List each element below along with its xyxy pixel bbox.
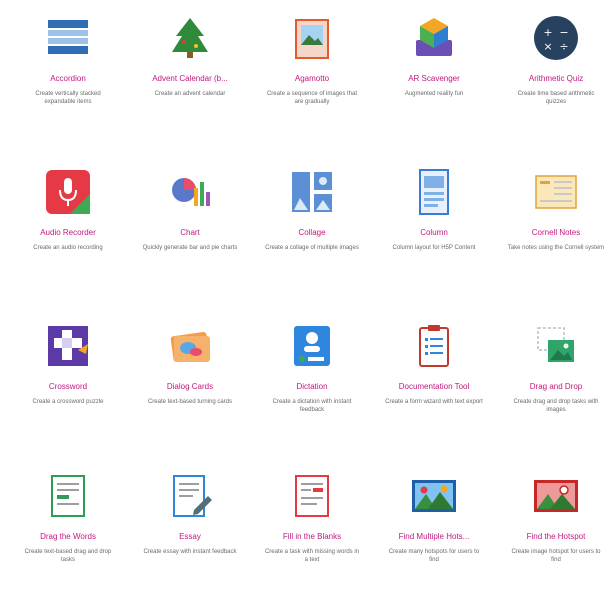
- card-crossword[interactable]: Crossword Create a crossword puzzle: [7, 312, 129, 452]
- card-description: Create a dictation with instant feedback: [272, 399, 352, 413]
- card-title: AR Scavenger: [408, 74, 460, 83]
- card-title: Advent Calendar (b...: [152, 74, 228, 83]
- card-title: Agamotto: [294, 74, 330, 83]
- ar-cube-icon: [416, 18, 452, 56]
- card-description: Create text-based turning cards: [147, 399, 233, 405]
- card-column[interactable]: Column Column layout for H5P Content: [373, 158, 495, 298]
- dialog-cards-icon: [170, 332, 210, 362]
- card-title: Essay: [179, 532, 201, 541]
- card-drag-and-drop[interactable]: Drag and Drop Create drag and drop tasks…: [495, 312, 613, 452]
- card-audio-recorder[interactable]: Audio Recorder Create an audio recording: [7, 158, 129, 298]
- card-description: Create a crossword puzzle: [32, 399, 104, 405]
- card-description: Create vertically stacked expandable ite…: [35, 91, 101, 105]
- picture-frame-icon: [295, 19, 329, 59]
- card-description: Create text-based drag and drop tasks: [24, 549, 112, 563]
- card-ar-scavenger[interactable]: AR Scavenger Augmented reality fun: [373, 4, 495, 144]
- card-find-multiple-hotspots[interactable]: Find Multiple Hots... Create many hotspo…: [373, 462, 495, 602]
- card-arithmetic-quiz[interactable]: + − × ÷ Arithmetic Quiz Create time base…: [495, 4, 613, 144]
- card-description: Create a form wizard with text export: [385, 399, 483, 405]
- notes-icon: [535, 175, 577, 209]
- card-title: Crossword: [48, 382, 88, 391]
- card-description: Quickly generate bar and pie charts: [142, 245, 238, 251]
- clipboard-icon: [419, 325, 449, 367]
- card-cornell-notes[interactable]: Cornell Notes Take notes using the Corne…: [495, 158, 613, 298]
- card-description: Create an audio recording: [33, 245, 103, 251]
- svg-text:÷: ÷: [559, 40, 568, 53]
- card-title: Fill in the Blanks: [282, 532, 342, 541]
- essay-icon: [173, 475, 212, 517]
- card-accordion[interactable]: Accordion Create vertically stacked expa…: [7, 4, 129, 144]
- hotspot-icon: [534, 480, 578, 512]
- card-documentation-tool[interactable]: Documentation Tool Create a form wizard …: [373, 312, 495, 452]
- svg-text:×: ×: [543, 40, 552, 53]
- card-title: Arithmetic Quiz: [528, 74, 584, 83]
- card-essay[interactable]: Essay Create essay with instant feedback: [129, 462, 251, 602]
- card-title: Cornell Notes: [531, 228, 581, 237]
- crossword-icon: [48, 326, 88, 366]
- card-title: Documentation Tool: [398, 382, 470, 391]
- card-title: Column: [420, 228, 448, 237]
- card-title: Collage: [298, 228, 326, 237]
- card-title: Drag and Drop: [529, 382, 583, 391]
- arithmetic-icon: + − × ÷: [534, 16, 578, 60]
- card-find-the-hotspot[interactable]: Find the Hotspot Create image hotspot fo…: [495, 462, 613, 602]
- card-description: Create a task with missing words in a te…: [264, 549, 360, 563]
- card-description: Create time based arithmetic quizzes: [517, 91, 595, 105]
- card-description: Create a sequence of images that are gra…: [266, 91, 358, 105]
- card-fill-in-the-blanks[interactable]: Fill in the Blanks Create a task with mi…: [251, 462, 373, 602]
- fill-blanks-icon: [295, 475, 329, 517]
- card-title: Accordion: [50, 74, 86, 83]
- card-title: Find Multiple Hots...: [398, 532, 470, 541]
- card-title: Audio Recorder: [40, 228, 96, 237]
- card-description: Create image hotspot for users to find: [511, 549, 601, 563]
- card-title: Dialog Cards: [166, 382, 214, 391]
- accordion-icon: [48, 20, 88, 54]
- card-description: Create an advent calendar: [154, 91, 226, 97]
- card-title: Chart: [180, 228, 200, 237]
- card-title: Find the Hotspot: [526, 532, 586, 541]
- card-drag-the-words[interactable]: Drag the Words Create text-based drag an…: [7, 462, 129, 602]
- drag-drop-icon: [537, 327, 574, 362]
- christmas-tree-icon: [172, 18, 208, 58]
- card-description: Column layout for H5P Content: [392, 245, 476, 251]
- card-agamotto[interactable]: Agamotto Create a sequence of images tha…: [251, 4, 373, 144]
- card-description: Create drag and drop tasks with images: [513, 399, 599, 413]
- column-icon: [419, 169, 449, 215]
- card-description: Take notes using the Cornell system: [507, 245, 605, 251]
- multiple-hotspots-icon: [412, 480, 456, 512]
- card-collage[interactable]: Collage Create a collage of multiple ima…: [251, 158, 373, 298]
- card-dialog-cards[interactable]: Dialog Cards Create text-based turning c…: [129, 312, 251, 452]
- microphone-icon: [46, 170, 90, 214]
- card-description: Create a collage of multiple images: [265, 245, 359, 251]
- card-description: Create many hotspots for users to find: [388, 549, 480, 563]
- card-title: Drag the Words: [40, 532, 96, 541]
- svg-text:+: +: [543, 26, 552, 39]
- card-chart[interactable]: Chart Quickly generate bar and pie chart…: [129, 158, 251, 298]
- chart-icon: [172, 178, 210, 206]
- drag-words-icon: [51, 475, 85, 517]
- collage-icon: [292, 172, 332, 212]
- card-description: Augmented reality fun: [404, 91, 464, 97]
- dictation-icon: [294, 326, 330, 366]
- card-advent-calendar[interactable]: Advent Calendar (b... Create an advent c…: [129, 4, 251, 144]
- card-title: Dictation: [296, 382, 328, 391]
- card-dictation[interactable]: Dictation Create a dictation with instan…: [251, 312, 373, 452]
- card-description: Create essay with instant feedback: [143, 549, 237, 555]
- content-type-grid: Accordion Create vertically stacked expa…: [0, 0, 613, 575]
- svg-text:−: −: [559, 26, 568, 39]
